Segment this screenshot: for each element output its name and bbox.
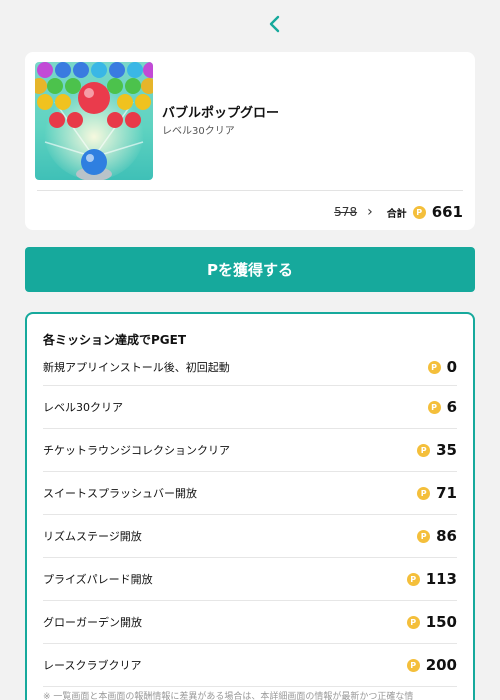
mission-row: チケットラウンジコレクションクリア P 35 [43,429,457,472]
get-points-button[interactable]: Pを獲得する [25,247,475,292]
mission-points: 35 [436,441,457,459]
mission-label: チケットラウンジコレクションクリア [43,444,230,457]
mission-row: プライズパレード開放 P 113 [43,558,457,601]
chevron-left-icon [269,15,280,33]
mission-label: スイートスプラッシュバー開放 [43,487,197,500]
mission-row: レースクラブクリア P 200 [43,644,457,687]
mission-row: スイートスプラッシュバー開放 P 71 [43,472,457,515]
mission-points: 150 [425,613,457,631]
total-points: 661 [431,203,463,221]
old-points: 578 [334,205,358,219]
mission-points: 6 [446,398,457,416]
point-coin-icon: P [412,205,426,219]
mission-points: 86 [436,527,457,545]
chevron-right-icon: › [367,204,373,220]
back-button[interactable] [262,10,286,38]
divider [37,190,463,191]
mission-label: プライズパレード開放 [43,573,153,586]
point-coin-icon: P [427,400,441,414]
mission-label: 新規アプリインストール後、初回起動 [43,361,230,374]
mission-points: 71 [436,484,457,502]
point-coin-icon: P [417,529,431,543]
game-subtitle: レベル30クリア [162,126,235,137]
game-title: バブルポップグロー [162,106,280,121]
point-coin-icon: P [417,443,431,457]
mission-row: レベル30クリア P6 [43,386,457,429]
points-summary: 578 › 合計 P 661 [334,200,463,224]
mission-points: 200 [425,656,457,674]
mission-label: リズムステージ開放 [43,530,142,543]
mission-label: レースクラブクリア [43,659,142,672]
point-coin-icon: P [406,658,420,672]
total-label: 合計 [386,208,407,220]
mission-label: グローガーデン開放 [43,616,142,629]
game-thumbnail [35,62,153,180]
point-coin-icon: P [406,615,420,629]
point-coin-icon: P [427,360,441,374]
mission-row: 新規アプリインストール後、初回起動 P0 [43,349,457,386]
missions-panel: 各ミッション達成でPGET 新規アプリインストール後、初回起動 P0 レベル30… [25,312,475,700]
mission-row: リズムステージ開放 P 86 [43,515,457,558]
missions-header: 各ミッション達成でPGET [43,333,187,347]
point-coin-icon: P [406,572,420,586]
mission-label: レベル30クリア [43,401,123,414]
mission-points: 113 [425,570,457,588]
disclaimer-note: ※ 一覧画面と本画面の報酬情報に差異がある場合は、本詳細画面の情報が最新かつ正確… [43,692,414,700]
point-coin-icon: P [417,486,431,500]
mission-points: 0 [446,358,457,376]
game-card: バブルポップグロー レベル30クリア 578 › 合計 P 661 [25,52,475,230]
mission-row: グローガーデン開放 P 150 [43,601,457,644]
